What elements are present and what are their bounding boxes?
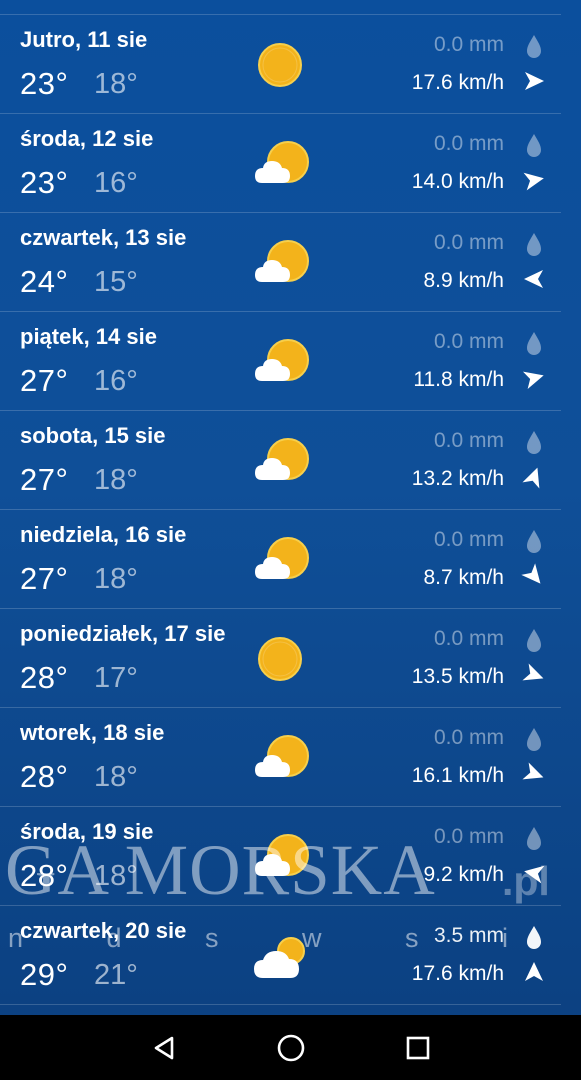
precipitation-value: 0.0 mm [433,231,504,254]
min-temperature: 16° [94,365,138,397]
min-temperature: 15° [94,266,138,298]
rain-drop-icon [522,528,546,554]
wind-direction-arrow-icon [521,959,547,985]
rain-drop-icon [522,924,546,950]
forecast-day-label: niedziela, 16 sie [20,522,187,547]
forecast-day-label: czwartek, 20 sie [20,918,187,943]
wind-direction-arrow-icon [521,68,547,94]
partly-cloudy-icon [249,330,315,392]
rain-drop-icon [522,627,546,653]
partly-cloudy-icon [249,825,315,887]
max-temperature: 23° [20,66,69,101]
wind-speed-value: 13.2 km/h [411,467,504,490]
cloudy-sun-icon [249,924,315,986]
wind-speed-value: 16.1 km/h [411,764,504,787]
rain-drop-icon [522,132,546,158]
max-temperature: 28° [20,759,69,794]
wind-direction-arrow-icon [521,266,547,292]
forecast-row[interactable]: Jutro, 11 sie 23° 18° 0.0 mm 17.6 km/h [0,15,561,114]
wind-direction-arrow-icon [521,563,547,589]
rain-drop-icon [522,726,546,752]
forecast-day-label: piątek, 14 sie [20,324,157,349]
min-temperature: 18° [94,68,138,100]
rain-drop-icon [522,825,546,851]
min-temperature: 21° [94,959,138,991]
max-temperature: 27° [20,363,69,398]
home-circle-icon[interactable] [274,1031,308,1065]
wind-speed-value: 13.5 km/h [411,665,504,688]
max-temperature: 27° [20,561,69,596]
forecast-day-label: wtorek, 18 sie [20,720,165,745]
wind-speed-value: 11.8 km/h [413,368,504,391]
partly-cloudy-icon [249,528,315,590]
precipitation-value: 0.0 mm [433,528,504,551]
precipitation-value: 0.0 mm [433,330,504,353]
sun-icon [249,627,315,689]
wind-speed-value: 17.6 km/h [411,962,504,985]
wind-speed-value: 8.7 km/h [423,566,504,589]
forecast-row[interactable]: piątek, 14 sie 27° 16° 0.0 mm 11.8 km/h [0,312,561,411]
precipitation-value: 0.0 mm [433,825,504,848]
rain-drop-icon [522,231,546,257]
min-temperature: 18° [94,464,138,496]
weather-forecast-screen: Jutro, 11 sie 23° 18° 0.0 mm 17.6 km/h ś… [0,0,581,1080]
rain-drop-icon [522,33,546,59]
min-temperature: 18° [94,761,138,793]
precipitation-value: 0.0 mm [433,429,504,452]
android-navigation-bar [0,1015,581,1080]
forecast-day-label: Jutro, 11 sie [20,27,148,52]
max-temperature: 23° [20,165,69,200]
precipitation-value: 0.0 mm [433,132,504,155]
partly-cloudy-icon [249,726,315,788]
recent-square-icon[interactable] [401,1031,435,1065]
partly-cloudy-icon [249,231,315,293]
forecast-day-label: środa, 19 sie [20,819,154,844]
precipitation-value: 0.0 mm [433,33,504,56]
forecast-row[interactable]: niedziela, 16 sie 27° 18° 0.0 mm 8.7 km/… [0,510,561,609]
min-temperature: 16° [94,167,138,199]
precipitation-value: 0.0 mm [433,726,504,749]
forecast-list: Jutro, 11 sie 23° 18° 0.0 mm 17.6 km/h ś… [0,15,581,1005]
min-temperature: 18° [94,563,138,595]
forecast-row[interactable]: środa, 12 sie 23° 16° 0.0 mm 14.0 km/h [0,114,561,213]
precipitation-value: 3.5 mm [433,924,504,947]
forecast-row[interactable]: sobota, 15 sie 27° 18° 0.0 mm 13.2 km/h [0,411,561,510]
forecast-row[interactable]: wtorek, 18 sie 28° 18° 0.0 mm 16.1 km/h [0,708,561,807]
forecast-day-label: sobota, 15 sie [20,423,166,448]
wind-speed-value: 17.6 km/h [411,71,504,94]
wind-direction-arrow-icon [521,365,547,391]
wind-speed-value: 14.0 km/h [411,170,504,193]
min-temperature: 18° [94,860,138,892]
forecast-row[interactable]: poniedziałek, 17 sie 28° 17° 0.0 mm 13.5… [0,609,561,708]
max-temperature: 28° [20,660,69,695]
back-triangle-icon[interactable] [147,1031,181,1065]
forecast-row[interactable]: czwartek, 13 sie 24° 15° 0.0 mm 8.9 km/h [0,213,561,312]
wind-direction-arrow-icon [521,860,547,886]
rain-drop-icon [522,330,546,356]
wind-direction-arrow-icon [521,464,547,490]
rain-drop-icon [522,429,546,455]
sun-icon [249,33,315,95]
wind-speed-value: 8.9 km/h [423,269,504,292]
max-temperature: 27° [20,462,69,497]
max-temperature: 29° [20,957,69,992]
max-temperature: 24° [20,264,69,299]
min-temperature: 17° [94,662,138,694]
forecast-day-label: czwartek, 13 sie [20,225,187,250]
partly-cloudy-icon [249,429,315,491]
max-temperature: 28° [20,858,69,893]
wind-direction-arrow-icon [521,761,547,787]
wind-speed-value: 9.2 km/h [423,863,504,886]
forecast-day-label: poniedziałek, 17 sie [20,621,226,646]
partly-cloudy-icon [249,132,315,194]
forecast-row[interactable]: środa, 19 sie 28° 18° 0.0 mm 9.2 km/h [0,807,561,906]
forecast-day-label: środa, 12 sie [20,126,154,151]
wind-direction-arrow-icon [521,662,547,688]
wind-direction-arrow-icon [521,167,547,193]
precipitation-value: 0.0 mm [433,627,504,650]
forecast-row[interactable]: czwartek, 20 sie 29° 21° 3.5 mm 17.6 km/… [0,906,561,1005]
